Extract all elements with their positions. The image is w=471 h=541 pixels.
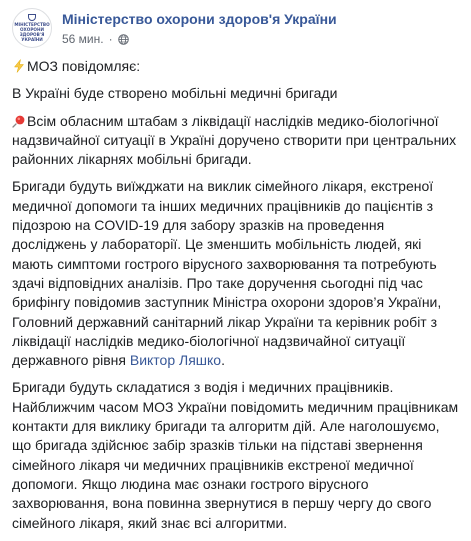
details-end: . xyxy=(221,352,225,369)
page-name-link[interactable]: Міністерство охорони здоров'я України xyxy=(62,10,337,28)
header-text: Міністерство охорони здоров'я України 56… xyxy=(62,10,337,47)
pushpin-emoji-icon xyxy=(12,115,25,128)
facebook-post: МІНІСТЕРСТВО ОХОРОНИ ЗДОРОВ'Я УКРАЇНИ Мі… xyxy=(0,0,471,531)
details-text: Бригади будуть виїжджати на виклик сімей… xyxy=(12,178,442,369)
trident-emblem-icon xyxy=(28,14,36,21)
lightning-emoji-icon xyxy=(13,59,25,73)
post-paragraph-headline: В Україні буде створено мобільні медичні… xyxy=(12,85,338,102)
mention-link[interactable]: Виктор Ляшко xyxy=(130,352,221,368)
post-paragraph-instruction: Всім обласним штабам з ліквідації наслід… xyxy=(12,112,462,170)
page-avatar[interactable]: МІНІСТЕРСТВО ОХОРОНИ ЗДОРОВ'Я УКРАЇНИ xyxy=(12,8,52,48)
meta-separator: · xyxy=(108,32,113,46)
post-paragraph-details: Бригади будуть виїжджати на виклик сімей… xyxy=(12,177,462,370)
post-header: МІНІСТЕРСТВО ОХОРОНИ ЗДОРОВ'Я УКРАЇНИ Мі… xyxy=(12,8,337,50)
post-body: МОЗ повідомляє: В Україні буде створено … xyxy=(12,57,462,541)
globe-icon[interactable] xyxy=(117,33,129,45)
post-timestamp[interactable]: 56 мин. xyxy=(62,31,104,47)
post-paragraph-intro: МОЗ повідомляє: xyxy=(12,57,462,76)
post-paragraph-composition: Бригади будуть складатися з водія і меди… xyxy=(12,379,459,531)
ministry-logo: МІНІСТЕРСТВО ОХОРОНИ ЗДОРОВ'Я УКРАЇНИ xyxy=(14,14,50,42)
announcement-lead: МОЗ повідомляє: xyxy=(27,58,141,74)
instruction-text: Всім обласним штабам з ліквідації наслід… xyxy=(12,112,457,168)
post-meta: 56 мин. · xyxy=(62,31,337,47)
logo-line: УКРАЇНИ xyxy=(21,37,43,42)
